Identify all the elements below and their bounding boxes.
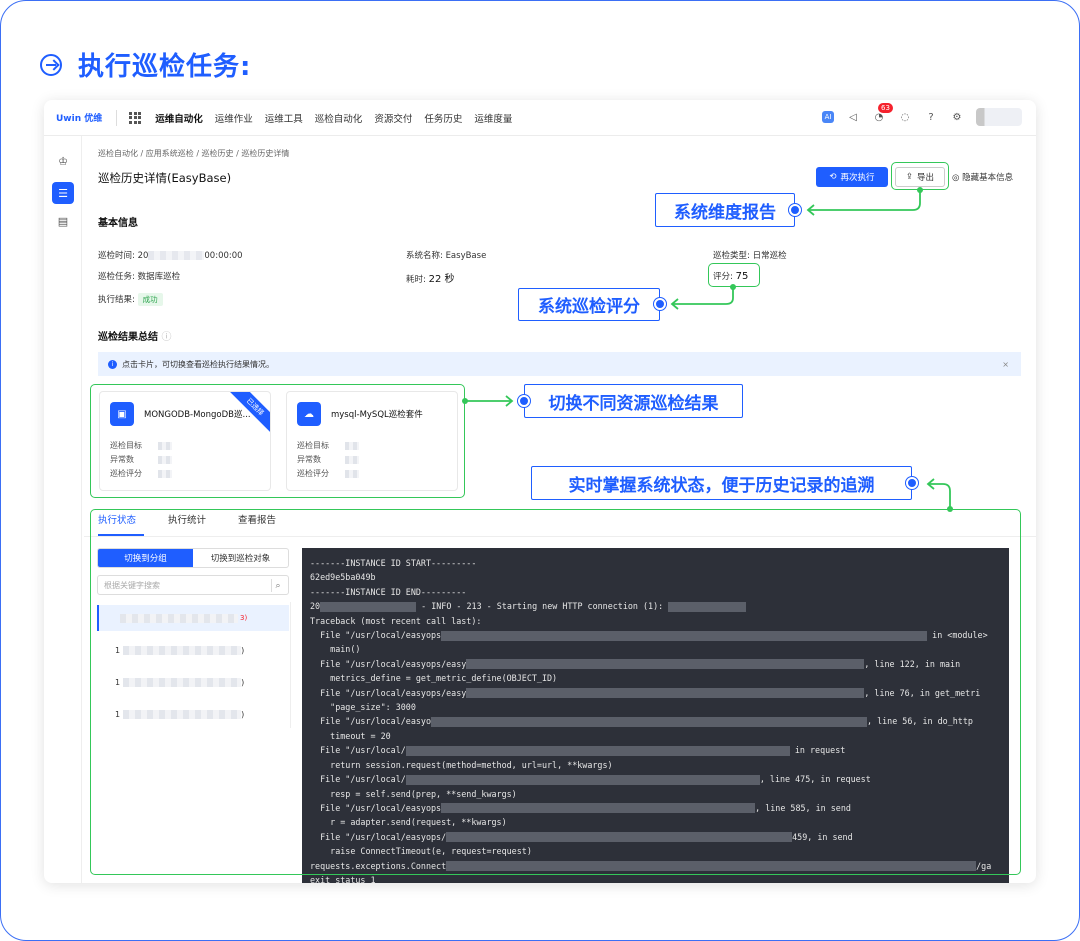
callout-dot (518, 395, 530, 407)
callout-switch-resources: 切换不同资源巡检结果 (524, 384, 743, 418)
callout-dot (906, 477, 918, 489)
callout-realtime-status: 实时掌握系统状态，便于历史记录的追溯 (531, 466, 912, 500)
callout-system-score: 系统巡检评分 (518, 288, 660, 321)
connector-dot (730, 284, 736, 290)
connector-dot (462, 398, 468, 404)
callout-dot (789, 204, 801, 216)
connector-dot (917, 187, 923, 193)
callout-dot (654, 298, 666, 310)
callout-system-report: 系统维度报告 (655, 193, 795, 227)
connector-dot (947, 506, 953, 512)
